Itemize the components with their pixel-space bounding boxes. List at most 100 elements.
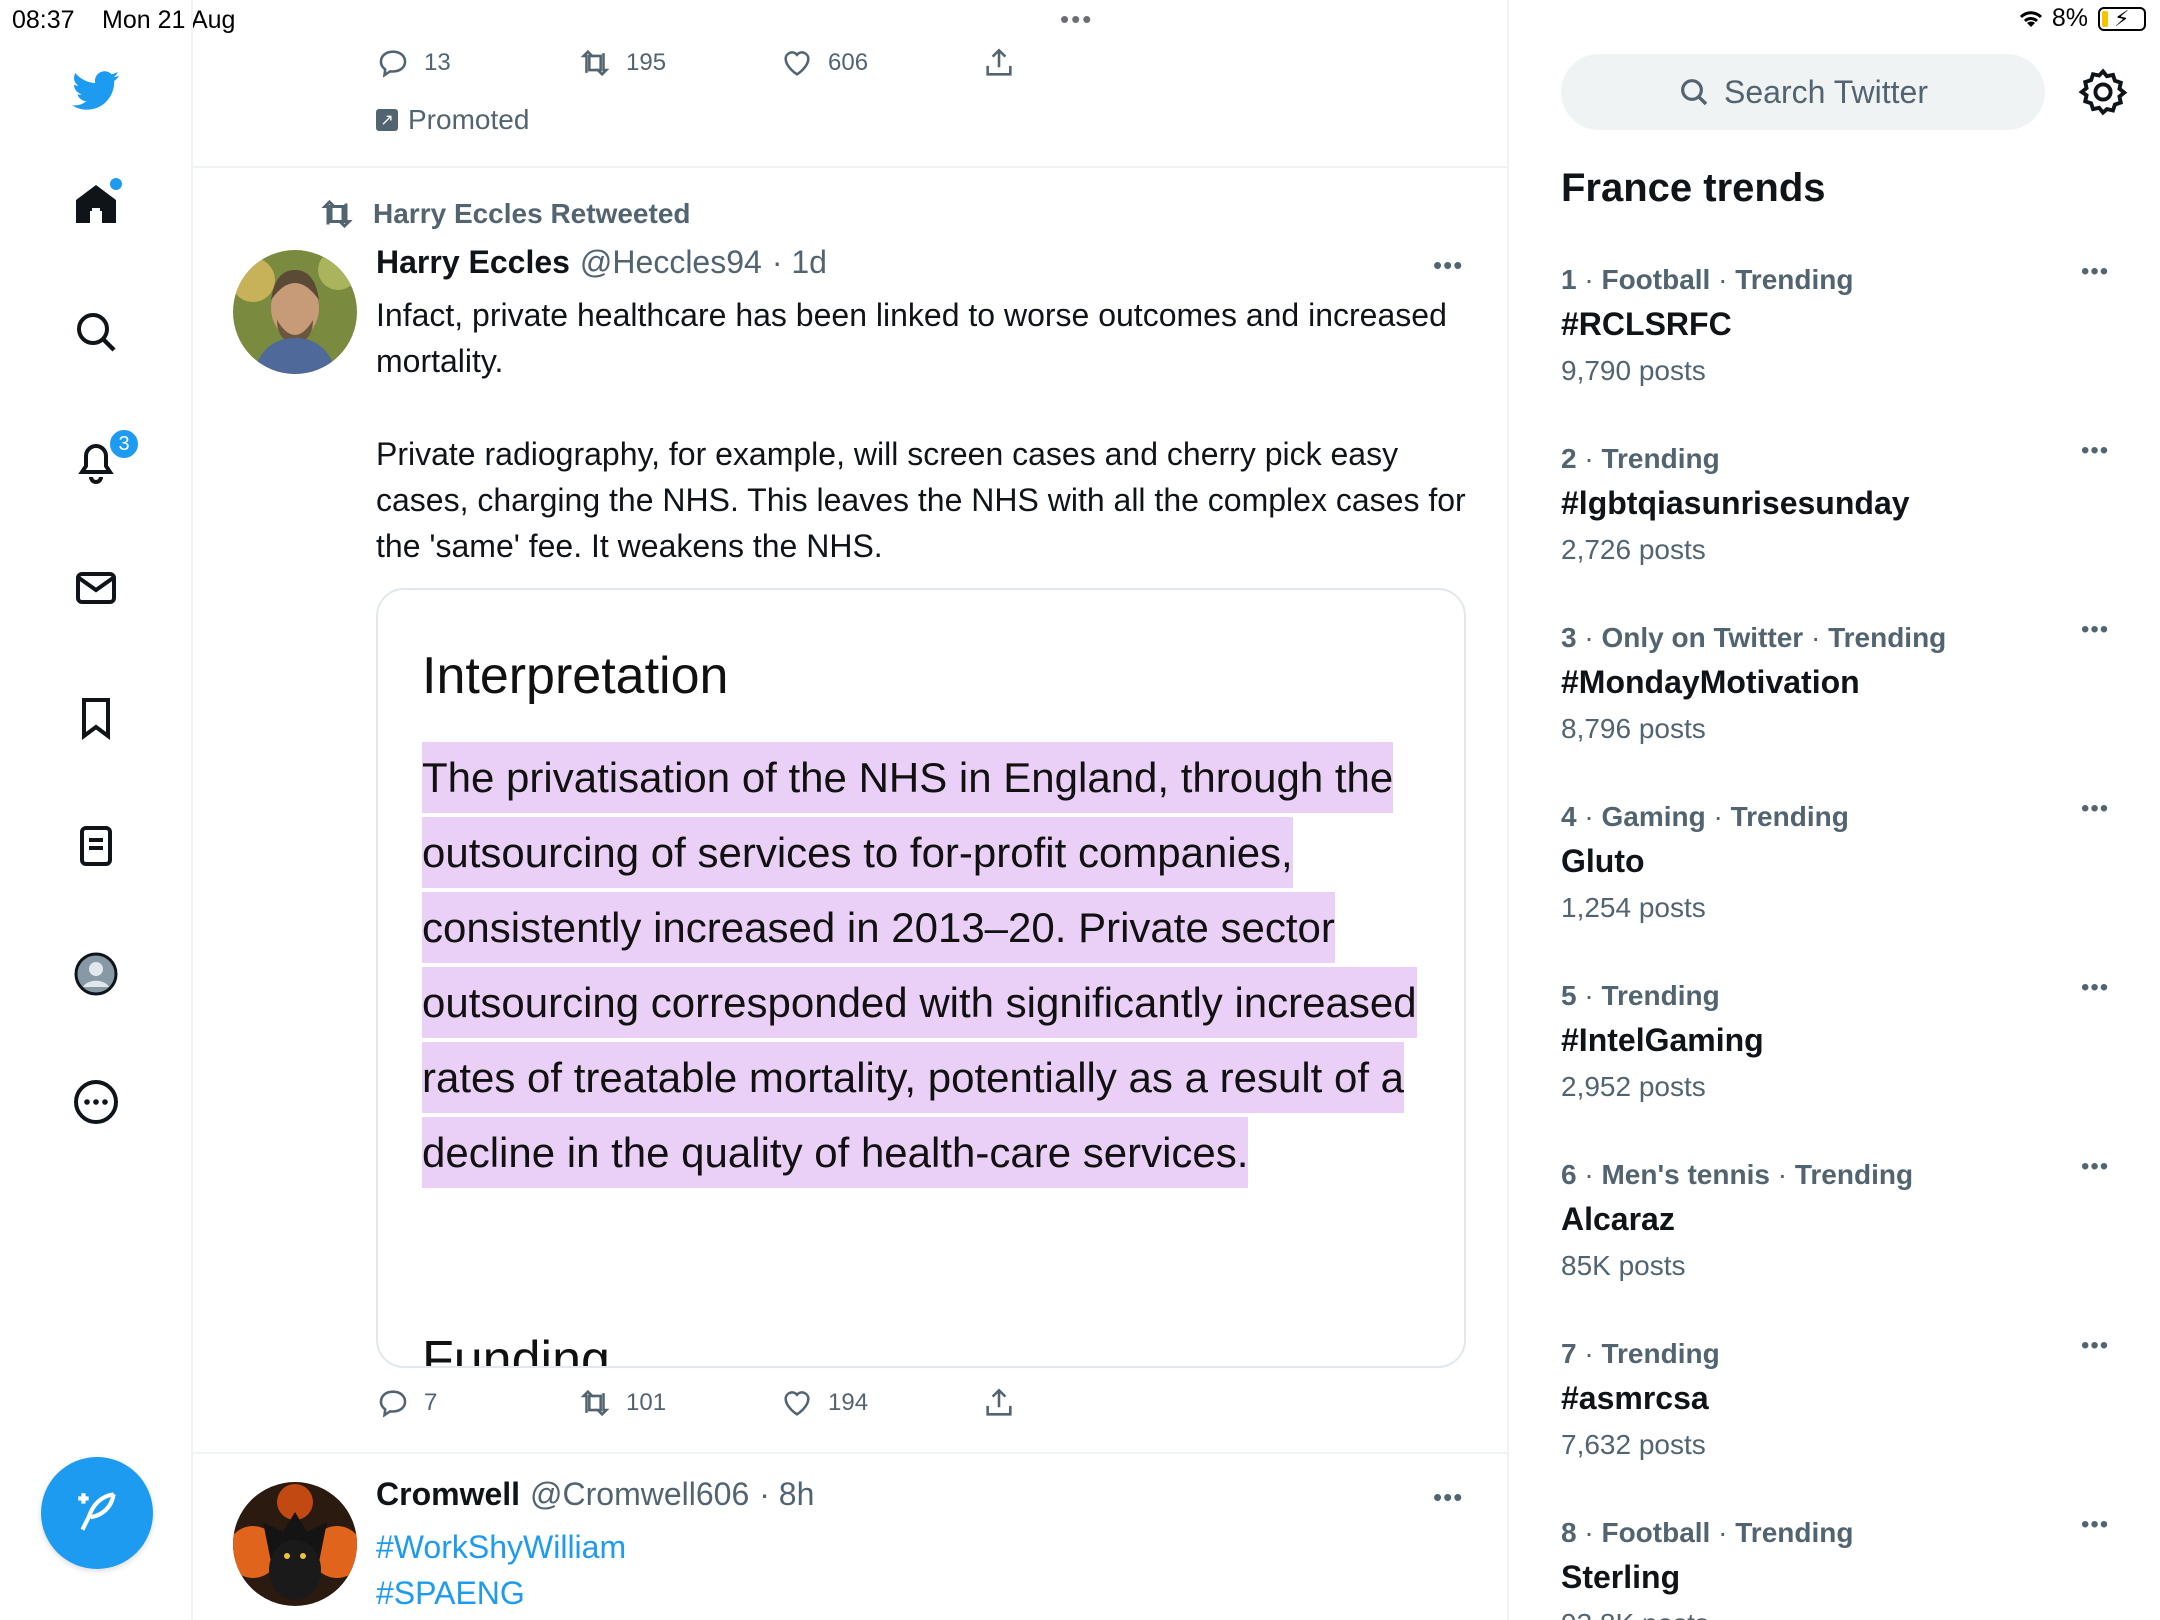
like-button[interactable]: 194 xyxy=(780,1386,982,1420)
tweet-header: Cromwell @Cromwell606 · 8h xyxy=(376,1476,814,1513)
profile-avatar-icon[interactable] xyxy=(64,942,128,1006)
promoted-label: ↗ Promoted xyxy=(376,104,529,136)
share-button[interactable] xyxy=(982,1386,1184,1420)
compose-tweet-button[interactable] xyxy=(41,1457,153,1569)
timeline-feed: 13 195 606 ↗ Promoted Harry Eccles Retwe… xyxy=(193,0,1509,1620)
trend-meta: 2 · Trending xyxy=(1561,443,1720,474)
search-icon xyxy=(1681,79,1708,106)
reply-button[interactable]: 7 xyxy=(376,1386,578,1420)
reply-button[interactable]: 13 xyxy=(376,46,578,80)
trend-item[interactable]: 2 · Trending #lgbtqiasunrisesunday 2,726… xyxy=(1561,437,2121,566)
trend-meta: 7 · Trending xyxy=(1561,1338,1720,1369)
promoted-text: Promoted xyxy=(408,104,530,135)
trend-name: Gluto xyxy=(1561,843,1645,879)
tweet-text: Private radiography, for example, will s… xyxy=(376,436,1466,564)
trend-post-count: 7,632 posts xyxy=(1561,1429,1706,1460)
hashtag-link[interactable]: #WorkShyWilliam xyxy=(376,1524,1466,1570)
trend-post-count: 1,254 posts xyxy=(1561,892,1706,923)
retweet-count: 101 xyxy=(626,1389,667,1416)
card-highlighted-text: The privatisation of the NHS in England,… xyxy=(422,742,1417,1188)
trend-more-icon[interactable]: ••• xyxy=(2081,974,2109,1002)
trend-more-icon[interactable]: ••• xyxy=(2081,616,2109,644)
trend-name: Sterling xyxy=(1561,1559,1681,1595)
trend-item[interactable]: 7 · Trending #asmrcsa 7,632 posts ••• xyxy=(1561,1332,2121,1461)
trend-post-count: 8,796 posts xyxy=(1561,713,1706,744)
lists-icon[interactable] xyxy=(64,814,128,878)
trend-name: Alcaraz xyxy=(1561,1201,1675,1237)
trend-name: #MondayMotivation xyxy=(1561,664,1860,700)
trend-item[interactable]: 6 · Men's tennis · Trending Alcaraz 85K … xyxy=(1561,1153,2121,1282)
author-name[interactable]: Cromwell xyxy=(376,1476,520,1513)
retweeted-by-text: Harry Eccles Retweeted xyxy=(373,198,691,229)
trend-more-icon[interactable]: ••• xyxy=(2081,258,2109,286)
more-options-icon[interactable] xyxy=(64,1070,128,1134)
tweet-time[interactable]: · 8h xyxy=(759,1476,814,1513)
like-count: 606 xyxy=(828,49,869,76)
tweet-actions: 7 101 194 xyxy=(376,1386,1184,1420)
home-unread-dot xyxy=(110,178,122,190)
share-button[interactable] xyxy=(982,46,1184,80)
trend-more-icon[interactable]: ••• xyxy=(2081,795,2109,823)
trend-more-icon[interactable]: ••• xyxy=(2081,1153,2109,1181)
hashtag-link[interactable]: #SPAENG xyxy=(376,1570,1466,1616)
retweet-icon xyxy=(580,49,610,77)
trend-more-icon[interactable]: ••• xyxy=(2081,1332,2109,1360)
heart-icon xyxy=(784,1391,810,1416)
reply-count: 7 xyxy=(424,1389,438,1416)
trend-meta: 3 · Only on Twitter · Trending xyxy=(1561,622,1947,653)
trend-name: #IntelGaming xyxy=(1561,1022,1764,1058)
author-handle[interactable]: @Cromwell606 xyxy=(530,1476,749,1513)
trend-more-icon[interactable]: ••• xyxy=(2081,437,2109,465)
user-avatar[interactable] xyxy=(233,1482,357,1606)
like-count: 194 xyxy=(828,1389,869,1416)
retweeted-by-label[interactable]: Harry Eccles Retweeted xyxy=(319,196,691,232)
settings-gear-icon[interactable] xyxy=(2077,66,2129,118)
explore-search-icon[interactable] xyxy=(64,300,128,364)
trends-heading: France trends xyxy=(1561,166,1826,210)
trend-post-count: 9,790 posts xyxy=(1561,355,1706,386)
notifications-bell-icon[interactable]: 3 xyxy=(64,428,140,492)
trend-item[interactable]: 3 · Only on Twitter · Trending #MondayMo… xyxy=(1561,616,2121,745)
bookmarks-icon[interactable] xyxy=(64,686,128,750)
user-avatar[interactable] xyxy=(233,250,357,374)
search-input[interactable]: Search Twitter xyxy=(1561,54,2045,130)
tweet-more-icon[interactable]: ••• xyxy=(1433,250,1463,281)
retweet-count: 195 xyxy=(626,49,667,76)
promoted-tweet-actions: 13 195 606 xyxy=(376,46,1184,80)
trend-item[interactable]: 8 · Football · Trending Sterling 93.8K p… xyxy=(1561,1511,2121,1620)
trend-meta: 5 · Trending xyxy=(1561,980,1720,1011)
trend-meta: 4 · Gaming · Trending xyxy=(1561,801,1849,832)
trend-post-count: 2,726 posts xyxy=(1561,534,1706,565)
trend-meta: 1 · Football · Trending xyxy=(1561,264,1854,295)
trend-post-count: 2,952 posts xyxy=(1561,1071,1706,1102)
home-icon[interactable] xyxy=(64,172,128,236)
trend-name: #RCLSRFC xyxy=(1561,306,1732,342)
author-handle[interactable]: @Heccles94 xyxy=(580,244,762,281)
tweet-more-icon[interactable]: ••• xyxy=(1433,1482,1463,1513)
tweet-time[interactable]: · 1d xyxy=(772,244,827,281)
trend-post-count: 85K posts xyxy=(1561,1250,1686,1281)
trend-name: #asmrcsa xyxy=(1561,1380,1709,1416)
tweet-divider xyxy=(193,166,1507,168)
trend-meta: 8 · Football · Trending xyxy=(1561,1517,1854,1548)
trend-item[interactable]: 5 · Trending #IntelGaming 2,952 posts ••… xyxy=(1561,974,2121,1103)
retweet-button[interactable]: 101 xyxy=(578,1386,780,1420)
trend-item[interactable]: 4 · Gaming · Trending Gluto 1,254 posts … xyxy=(1561,795,2121,924)
author-name[interactable]: Harry Eccles xyxy=(376,244,570,281)
trend-post-count: 93.8K posts xyxy=(1561,1608,2121,1620)
retweet-button[interactable]: 195 xyxy=(578,46,780,80)
tweet-image-card[interactable]: Interpretation The privatisation of the … xyxy=(376,588,1466,1368)
like-button[interactable]: 606 xyxy=(780,46,982,80)
trend-more-icon[interactable]: ••• xyxy=(2081,1511,2109,1539)
twitter-logo-icon[interactable] xyxy=(64,58,128,122)
heart-icon xyxy=(784,51,810,76)
card-heading: Interpretation xyxy=(422,647,729,705)
messages-envelope-icon[interactable] xyxy=(64,556,128,620)
trend-meta: 6 · Men's tennis · Trending xyxy=(1561,1159,1914,1190)
trend-item[interactable]: 1 · Football · Trending #RCLSRFC 9,790 p… xyxy=(1561,258,2121,387)
compose-feather-icon xyxy=(78,1492,116,1531)
reply-icon xyxy=(379,1390,407,1418)
right-sidebar: Search Twitter France trends 1 · Footbal… xyxy=(1511,0,2160,1620)
promoted-arrow-icon: ↗ xyxy=(376,109,398,131)
reply-count: 13 xyxy=(424,49,451,76)
